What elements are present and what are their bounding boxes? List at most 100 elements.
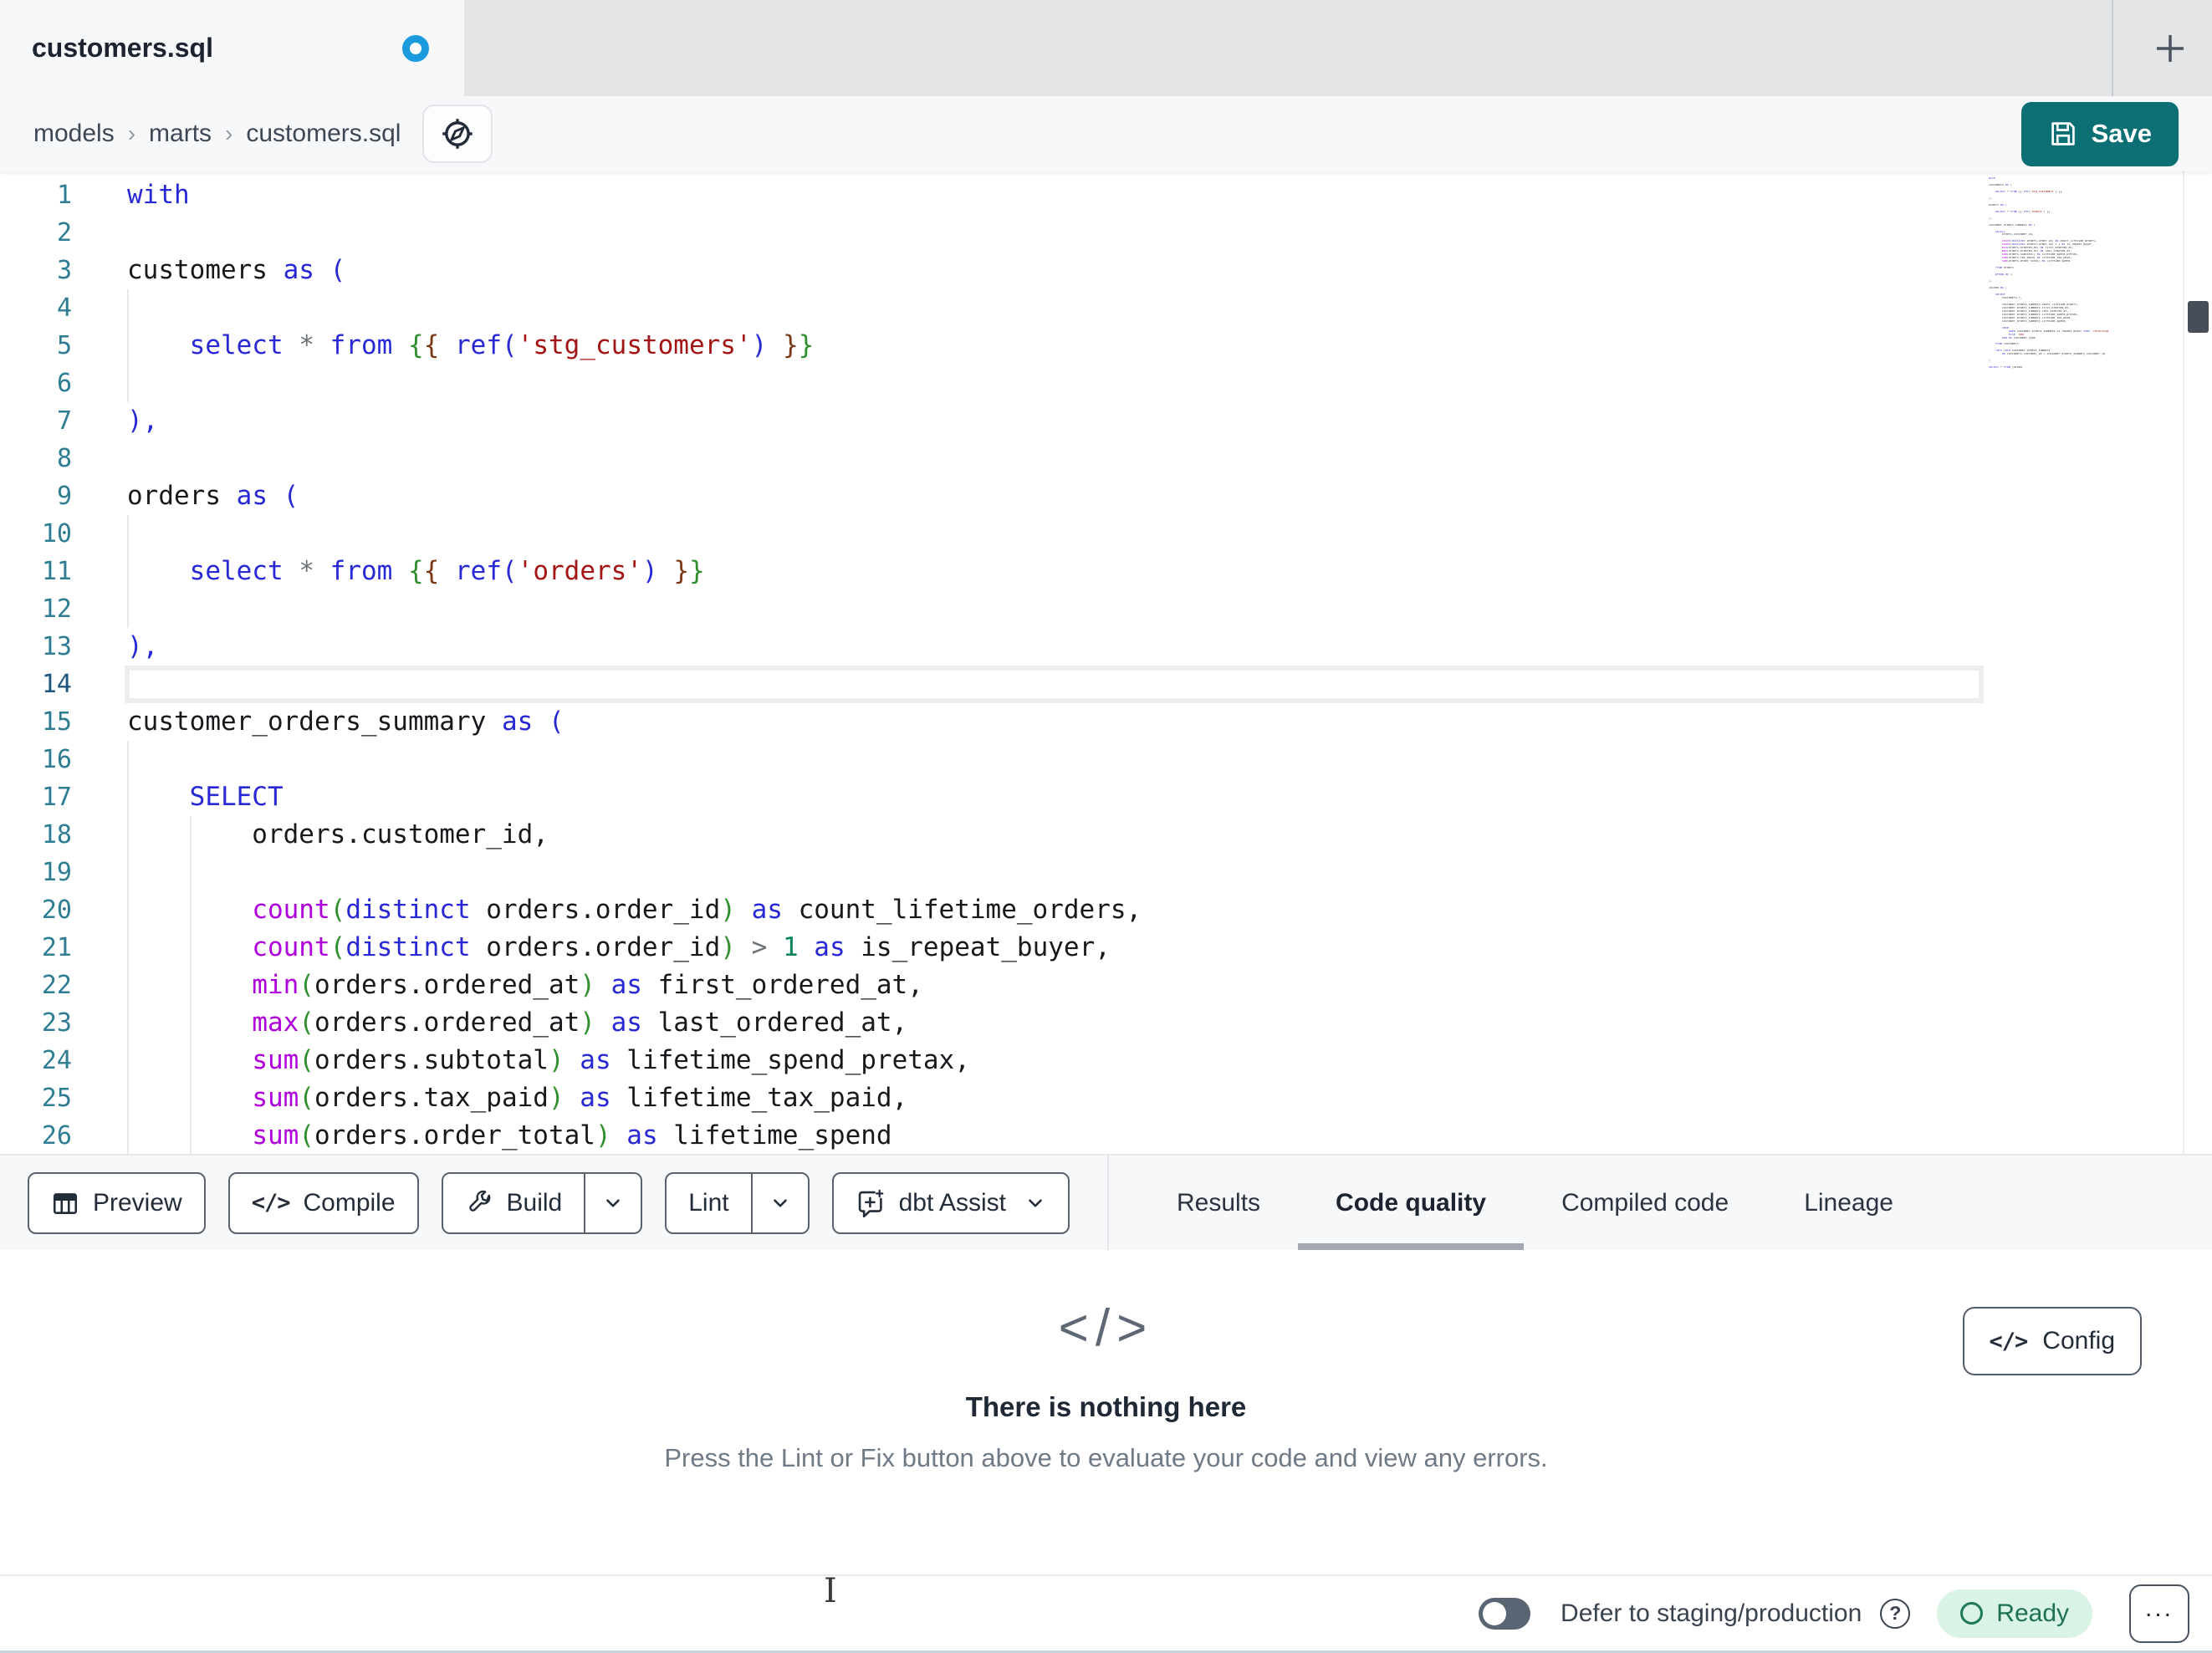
editor-tab-strip: customers.sql bbox=[0, 0, 2212, 96]
line-number: 22 bbox=[41, 971, 72, 1000]
code-line-text: count(distinct orders.order_id) > 1 as i… bbox=[252, 932, 1111, 962]
code-line[interactable]: 2 bbox=[0, 214, 2212, 252]
ide-status-badge[interactable]: Ready bbox=[1937, 1589, 2092, 1638]
line-number: 2 bbox=[56, 218, 72, 247]
line-number: 5 bbox=[56, 331, 72, 360]
panel-tab-code-quality[interactable]: Code quality bbox=[1298, 1156, 1525, 1250]
line-number: 9 bbox=[56, 482, 72, 511]
code-line[interactable]: 7), bbox=[0, 402, 2212, 440]
sql-code-editor[interactable]: 1 with 2 3 customers as (4 5 select * from {{… bbox=[0, 171, 2212, 1154]
code-line[interactable]: 1 with bbox=[0, 176, 2212, 214]
code-line[interactable]: 24 sum(orders.subtotal) as lifetime_spen… bbox=[0, 1042, 2212, 1079]
breadcrumb-separator: › bbox=[225, 120, 233, 146]
active-line-highlight bbox=[125, 666, 1984, 703]
code-line[interactable]: 17 SELECT bbox=[0, 778, 2212, 816]
help-icon[interactable]: ? bbox=[1880, 1598, 1911, 1629]
indent-guide bbox=[189, 854, 192, 891]
code-line[interactable]: 3 customers as ( bbox=[0, 252, 2212, 289]
breadcrumb-models[interactable]: models bbox=[33, 120, 115, 148]
save-floppy-icon bbox=[2051, 122, 2075, 145]
code-line[interactable]: 25 sum(orders.tax_paid) as lifetime_tax_… bbox=[0, 1079, 2212, 1117]
defer-toggle[interactable] bbox=[1479, 1597, 1531, 1630]
more-options-button[interactable]: ... bbox=[2129, 1584, 2189, 1643]
line-number: 1 bbox=[56, 181, 72, 210]
line-number: 17 bbox=[41, 783, 72, 812]
code-line-text: select * from {{ ref('stg_customers') }} bbox=[189, 330, 815, 360]
code-line-text: with bbox=[127, 180, 190, 210]
line-number: 23 bbox=[41, 1008, 72, 1038]
dbt-ide-window: customers.sql models › marts › customers… bbox=[0, 0, 2212, 1653]
chevron-down-icon bbox=[773, 1198, 787, 1207]
code-line[interactable]: 15 customer_orders_summary as ( bbox=[0, 703, 2212, 741]
indent-guide bbox=[127, 365, 129, 402]
code-line[interactable]: 6 bbox=[0, 365, 2212, 402]
tab-strip-divider bbox=[2112, 0, 2113, 96]
line-number: 10 bbox=[41, 519, 72, 548]
assist-chat-sparkle-icon bbox=[858, 1189, 884, 1217]
line-number: 12 bbox=[41, 594, 72, 624]
code-line[interactable]: 26 sum(orders.order_total) as lifetime_s… bbox=[0, 1117, 2212, 1154]
line-number: 4 bbox=[56, 293, 72, 323]
line-number: 3 bbox=[56, 256, 72, 285]
line-number: 15 bbox=[41, 707, 72, 737]
code-brackets-icon: </> bbox=[251, 1190, 291, 1216]
code-line[interactable]: 11 select * from {{ ref('orders') }} bbox=[0, 553, 2212, 590]
code-line[interactable]: 10 bbox=[0, 515, 2212, 553]
breadcrumb-marts[interactable]: marts bbox=[149, 120, 212, 148]
scrollbar-gutter bbox=[2183, 171, 2184, 1154]
line-number: 8 bbox=[56, 444, 72, 473]
indent-guide bbox=[127, 854, 129, 891]
code-line[interactable]: 18 orders.customer_id, bbox=[0, 816, 2212, 854]
code-line-text: ), bbox=[127, 631, 159, 661]
breadcrumb-separator: › bbox=[127, 120, 136, 146]
new-tab-button[interactable] bbox=[2128, 0, 2212, 96]
code-line-text: customers as ( bbox=[127, 255, 346, 285]
navigate-compass-button[interactable] bbox=[422, 105, 493, 163]
code-line[interactable]: 5 select * from {{ ref('stg_customers') … bbox=[0, 327, 2212, 365]
line-number: 7 bbox=[56, 406, 72, 436]
file-tab-customers-sql[interactable]: customers.sql bbox=[0, 0, 464, 96]
lint-button[interactable]: Lint bbox=[667, 1174, 750, 1232]
line-number: 25 bbox=[41, 1084, 72, 1113]
panel-tab-results[interactable]: Results bbox=[1139, 1156, 1298, 1250]
code-line[interactable]: 19 bbox=[0, 854, 2212, 891]
code-line[interactable]: 12 bbox=[0, 590, 2212, 628]
status-badge-label: Ready bbox=[1996, 1599, 2069, 1627]
build-dropdown-button[interactable] bbox=[585, 1174, 641, 1232]
empty-state-title: There is nothing here bbox=[965, 1391, 1247, 1422]
file-path-bar: models › marts › customers.sql Save bbox=[0, 96, 2212, 171]
compile-button[interactable]: </> Compile bbox=[227, 1171, 419, 1234]
save-button[interactable]: Save bbox=[2020, 101, 2179, 166]
code-line-text: select * from {{ ref('orders') }} bbox=[189, 556, 705, 586]
code-line[interactable]: 9 orders as ( bbox=[0, 477, 2212, 515]
code-line[interactable]: 21 count(distinct orders.order_id) > 1 a… bbox=[0, 929, 2212, 967]
build-button[interactable]: Build bbox=[443, 1174, 585, 1232]
code-line[interactable]: 8 bbox=[0, 440, 2212, 477]
indent-guide bbox=[127, 741, 129, 778]
dbt-assist-button[interactable]: dbt Assist bbox=[831, 1171, 1070, 1234]
line-number: 19 bbox=[41, 858, 72, 887]
preview-button[interactable]: Preview bbox=[28, 1171, 206, 1234]
code-line[interactable]: 4 bbox=[0, 289, 2212, 327]
lint-button-label: Lint bbox=[688, 1188, 729, 1217]
toggle-knob bbox=[1483, 1601, 1507, 1625]
code-line[interactable]: 20 count(distinct orders.order_id) as co… bbox=[0, 891, 2212, 929]
code-line[interactable]: 23 max(orders.ordered_at) as last_ordere… bbox=[0, 1004, 2212, 1042]
result-panel-tabs: Results Code quality Compiled code Lineage bbox=[1109, 1156, 2212, 1250]
file-tab-title: customers.sql bbox=[32, 33, 213, 63]
panel-tab-lineage[interactable]: Lineage bbox=[1766, 1156, 1931, 1250]
panel-tab-compiled-code[interactable]: Compiled code bbox=[1524, 1156, 1766, 1250]
wrench-icon bbox=[468, 1190, 490, 1212]
code-line[interactable]: 13), bbox=[0, 628, 2212, 666]
code-line[interactable]: 22 min(orders.ordered_at) as first_order… bbox=[0, 967, 2212, 1004]
scrollbar-thumb[interactable] bbox=[2188, 301, 2209, 333]
code-line[interactable]: 16 bbox=[0, 741, 2212, 778]
breadcrumb-customers-sql[interactable]: customers.sql bbox=[246, 120, 401, 148]
empty-state: </> There is nothing here Press the Lint… bbox=[0, 1298, 2212, 1473]
code-line-text: max(orders.ordered_at) as last_ordered_a… bbox=[252, 1008, 908, 1038]
editor-minimap[interactable]: with customers as ( select * from {{ ref… bbox=[1989, 177, 2179, 370]
code-line[interactable]: 14 bbox=[0, 666, 2212, 703]
lint-dropdown-button[interactable] bbox=[753, 1174, 808, 1232]
code-line-text: orders.customer_id, bbox=[127, 819, 549, 849]
code-lines: 1 with 2 3 customers as (4 5 select * from {{… bbox=[0, 171, 2212, 1154]
